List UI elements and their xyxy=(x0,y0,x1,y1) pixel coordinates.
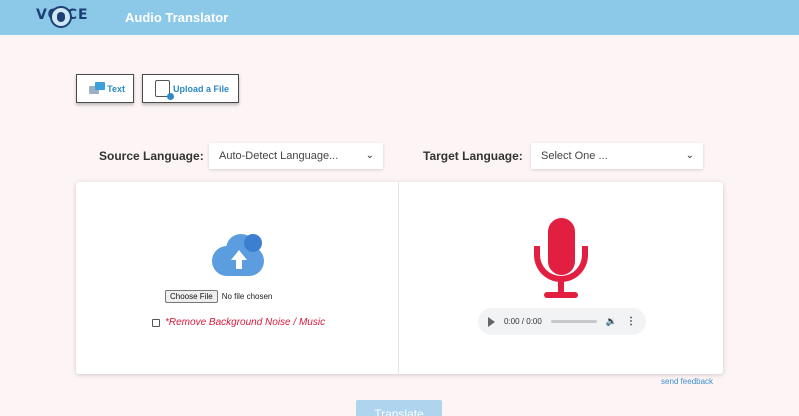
target-language-value: Select One ... xyxy=(541,150,608,162)
choose-file-button[interactable]: Choose File xyxy=(165,290,218,303)
upload-mode-label: Upload a File xyxy=(173,83,230,94)
play-icon[interactable] xyxy=(488,316,495,327)
translator-panel xyxy=(76,182,723,374)
microphone-icon[interactable] xyxy=(532,218,590,300)
file-status: No file chosen xyxy=(221,292,273,301)
more-options-icon[interactable]: ⋮ xyxy=(626,316,636,327)
source-language-value: Auto-Detect Language... xyxy=(219,150,339,162)
target-language-label: Target Language: xyxy=(423,149,523,163)
translate-button[interactable]: Translate xyxy=(356,400,442,416)
remove-noise-checkbox[interactable] xyxy=(152,318,160,327)
chevron-down-icon: ⌄ xyxy=(685,150,694,161)
upload-file-button[interactable]: Upload a File xyxy=(142,74,239,103)
chevron-down-icon: ⌄ xyxy=(365,150,374,161)
logo[interactable]: VOICE xyxy=(36,6,88,30)
text-mode-label: Text xyxy=(107,83,125,94)
audio-time: 0:00 / 0:00 xyxy=(504,317,542,326)
file-upload-icon xyxy=(155,80,174,100)
audio-seek-bar[interactable] xyxy=(550,320,597,323)
page-title: Audio Translator xyxy=(125,10,229,25)
text-translate-icon xyxy=(89,81,106,96)
source-language-select[interactable]: Auto-Detect Language... ⌄ xyxy=(209,143,383,169)
volume-icon[interactable]: 🔉 xyxy=(606,316,617,327)
microphone-badge-icon xyxy=(50,6,72,28)
text-mode-button[interactable]: Text xyxy=(76,74,134,103)
top-bar: VOICE Audio Translator xyxy=(0,0,799,35)
target-language-select[interactable]: Select One ... ⌄ xyxy=(531,143,703,169)
source-language-label: Source Language: xyxy=(99,149,204,163)
file-input[interactable]: Choose File No file chosen xyxy=(165,290,272,303)
panel-divider xyxy=(398,182,399,374)
remove-noise-label: *Remove Background Noise / Music xyxy=(165,317,326,328)
audio-player[interactable]: 0:00 / 0:00 🔉 ⋮ xyxy=(478,308,646,335)
send-feedback-link[interactable]: send feedback xyxy=(661,377,713,386)
cloud-upload-icon[interactable] xyxy=(212,232,264,278)
remove-noise-option[interactable]: *Remove Background Noise / Music xyxy=(152,317,325,328)
